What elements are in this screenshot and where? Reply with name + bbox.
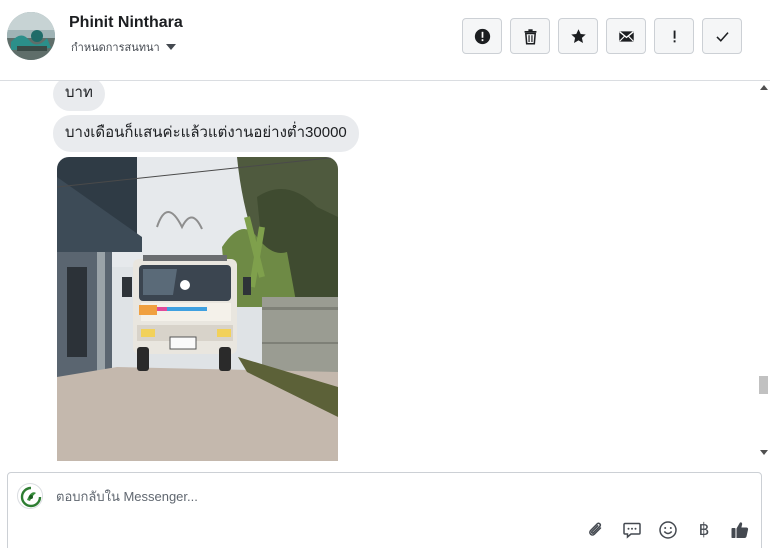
scroll-down-arrow-icon[interactable] (760, 450, 768, 455)
paperclip-icon (589, 522, 602, 536)
star-icon (570, 28, 586, 43)
star-button[interactable] (558, 18, 598, 54)
contact-avatar[interactable] (7, 12, 55, 60)
page-avatar (17, 483, 43, 509)
message-bubble: บาท (53, 81, 105, 111)
alert-circle-icon (474, 28, 490, 44)
envelope-icon (618, 30, 634, 42)
scrollbar-thumb[interactable] (759, 376, 768, 394)
follow-up-button[interactable] (654, 18, 694, 54)
scroll-up-arrow-icon[interactable] (760, 85, 768, 90)
baht-icon: ฿ (698, 520, 710, 540)
reply-input[interactable] (56, 486, 576, 506)
caret-down-icon (165, 44, 176, 50)
mark-spam-button[interactable] (462, 18, 502, 54)
like-button[interactable] (729, 519, 751, 541)
page-logo-icon (19, 485, 42, 508)
composer-tools: ฿ (585, 519, 751, 541)
attach-file-button[interactable] (585, 519, 607, 541)
mark-unread-button[interactable] (606, 18, 646, 54)
header-actions (462, 18, 742, 54)
contact-avatar-image (7, 12, 55, 60)
smiley-icon (659, 521, 677, 539)
conversation-header: Phinit Ninthara กำหนดการสนทนา (0, 0, 770, 81)
contact-name[interactable]: Phinit Ninthara (69, 14, 183, 32)
trash-icon (524, 28, 536, 44)
message-photo[interactable] (57, 157, 338, 461)
payment-button[interactable]: ฿ (693, 519, 715, 541)
assign-conversation-label: กำหนดการสนทนา (71, 42, 160, 54)
thumbs-up-icon (731, 522, 749, 538)
delete-button[interactable] (510, 18, 550, 54)
assign-conversation-dropdown[interactable]: กำหนดการสนทนา (71, 38, 176, 56)
mark-done-button[interactable] (702, 18, 742, 54)
reply-composer: ฿ (7, 472, 762, 548)
message-thread[interactable]: บาท บางเดือนก็แสนค่ะแล้วแต่งานอย่างต่ำ30… (0, 81, 770, 461)
speech-bubble-icon (623, 522, 641, 539)
saved-replies-button[interactable] (621, 519, 643, 541)
message-bubble: บางเดือนก็แสนค่ะแล้วแต่งานอย่างต่ำ30000 (53, 115, 359, 152)
truck-photo (57, 157, 338, 461)
exclamation-icon (673, 30, 676, 42)
emoji-button[interactable] (657, 519, 679, 541)
checkmark-icon (715, 31, 729, 42)
thread-scrollbar[interactable] (757, 81, 770, 461)
